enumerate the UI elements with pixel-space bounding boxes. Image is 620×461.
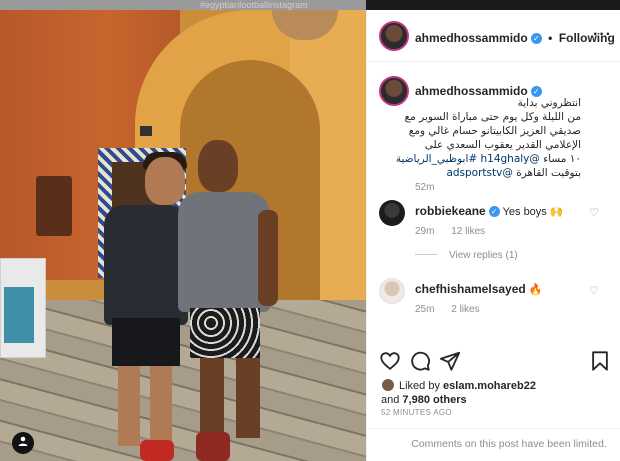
share-glyph — [439, 351, 461, 371]
caption-line: ١٠ مساء @h14ghaly #ابوظبي_الرياضية — [381, 152, 581, 166]
person-left-shoe — [140, 440, 174, 461]
comment-body: Yes boys — [502, 206, 547, 218]
header-separator: • — [548, 31, 553, 45]
post-side-panel: ahmedhossammido ✓ • Following ··· ahmedho… — [366, 10, 620, 461]
comment-time[interactable]: 29m — [415, 226, 434, 237]
comment-likes[interactable]: 12 likes — [451, 226, 485, 237]
photo-lamp — [140, 126, 152, 136]
likes-joiner: and — [381, 394, 400, 406]
likes-line: Liked by eslam.mohareb22 — [381, 378, 611, 392]
raised-hands-emoji: 🙌 — [549, 206, 564, 218]
person-left-shorts — [112, 318, 180, 366]
bookmark-glyph — [592, 351, 608, 371]
caption-mention-link[interactable]: @h14ghaly #ابوظبي_الرياضية — [396, 153, 540, 165]
comment-avatar[interactable] — [379, 278, 405, 304]
post-actions — [367, 350, 620, 374]
comment-text: chefhishamelsayed 🔥 — [415, 282, 542, 296]
comment-text: robbiekeane ✓ Yes boys 🙌 — [415, 204, 564, 218]
author-avatar[interactable] — [379, 21, 409, 51]
comment-meta: 25m 2 likes — [415, 304, 494, 315]
header-username[interactable]: ahmedhossammido — [415, 31, 528, 45]
verified-badge-icon: ✓ — [530, 33, 542, 44]
comments-limited-notice: Comments on this post have been limited. — [367, 428, 620, 461]
comment-username[interactable]: chefhishamelsayed — [415, 282, 526, 296]
bookmark-icon[interactable] — [589, 350, 613, 374]
post-header: ahmedhossammido ✓ • Following ··· — [367, 10, 620, 62]
comments-limited-text: Comments on this post have been limited. — [411, 438, 607, 450]
caption-line: الإعلامي القدير يعقوب السعدي على — [424, 139, 581, 151]
comment-username[interactable]: robbiekeane — [415, 204, 486, 218]
heart-glyph — [380, 352, 400, 370]
comment-likes[interactable]: 2 likes — [451, 304, 479, 315]
share-icon[interactable] — [439, 350, 463, 374]
photo-plaque — [36, 176, 72, 236]
verified-badge-icon: ✓ — [488, 206, 500, 217]
comment-time[interactable]: 25m — [415, 304, 434, 315]
header-user: ahmedhossammido ✓ • Following — [415, 29, 615, 47]
likes-prefix: Liked by — [399, 380, 440, 392]
person-right-head — [198, 140, 238, 192]
caption-text: انتظروني بداية من الليلة وكل يوم حتى مبا… — [381, 96, 581, 180]
likes-summary: Liked by eslam.mohareb22 and 7,980 other… — [381, 378, 611, 406]
person-left-leg — [118, 366, 140, 446]
person-left-jacket — [104, 205, 188, 325]
person-left-head — [145, 157, 185, 205]
caption-text-segment: ١٠ مساء — [543, 153, 581, 165]
person-right-shoe — [196, 432, 230, 461]
post-photo[interactable]: #egyptianfootballinstagram — [0, 0, 366, 461]
comment-avatar[interactable] — [379, 200, 405, 226]
comment-meta: 29m 12 likes — [415, 226, 499, 237]
user-tag-icon[interactable] — [12, 432, 34, 454]
person-left-leg — [150, 366, 172, 446]
person-right-arm — [258, 210, 278, 306]
view-replies-link[interactable]: View replies (1) — [415, 250, 518, 261]
person-right-tshirt — [178, 192, 270, 312]
likes-line: and 7,980 others — [381, 394, 611, 406]
comment-icon[interactable] — [409, 350, 433, 374]
caption-line: صديقي العزيز الكابيتانو حسام غالي ومع — [408, 125, 581, 137]
fire-emoji: 🔥 — [528, 284, 543, 296]
more-options-icon[interactable]: ··· — [593, 26, 612, 44]
heart-icon[interactable] — [379, 350, 403, 374]
comment-glyph — [411, 351, 430, 371]
caption-line: بتوقيت القاهرة @adsportstv — [381, 166, 581, 180]
photo-fridge-screen — [4, 287, 34, 343]
caption-mention-link[interactable]: @adsportstv — [446, 167, 512, 179]
person-right-shorts — [190, 308, 260, 358]
caption-line: من الليلة وكل يوم حتى مباراة السوبر مع — [404, 111, 581, 123]
person-right-leg — [236, 358, 260, 438]
caption-line: انتظروني بداية — [517, 97, 581, 109]
post-timestamp[interactable]: 52 MINUTES AGO — [381, 408, 452, 417]
person-right-leg — [200, 358, 224, 438]
caption-time[interactable]: 52m — [415, 182, 434, 193]
liker-avatar[interactable] — [381, 378, 395, 392]
liker-username[interactable]: eslam.mohareb22 — [443, 380, 536, 392]
photo-watermark: #egyptianfootballinstagram — [200, 0, 308, 10]
comment-like-icon[interactable]: ♡ — [589, 284, 599, 297]
user-tag-glyph — [18, 436, 28, 446]
caption-text-segment: بتوقيت القاهرة — [516, 167, 581, 179]
comment-like-icon[interactable]: ♡ — [589, 206, 599, 219]
likes-others-link[interactable]: 7,980 others — [402, 394, 466, 406]
